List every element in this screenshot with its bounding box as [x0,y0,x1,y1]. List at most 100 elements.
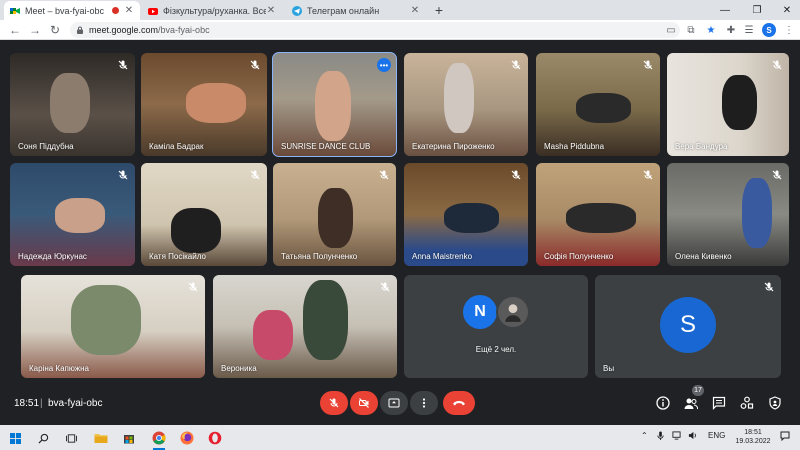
more-options-button[interactable]: ••• [377,58,391,72]
lock-icon [77,26,83,34]
close-window-button[interactable]: ✕ [772,0,800,20]
microphone-tray-icon[interactable] [656,431,665,442]
notifications-button[interactable] [780,431,790,443]
participant-tile[interactable]: Катя Посікайло [141,163,267,266]
youtube-icon [148,7,158,15]
participant-figure [315,71,351,141]
participant-tile[interactable]: ••• SUNRISE DANCE CLUB [272,52,397,157]
participant-tile[interactable]: Каміла Бадрак [141,53,267,156]
minimize-button[interactable]: — [710,0,740,20]
participant-tile[interactable]: Софія Полунченко [536,163,660,266]
participant-tile[interactable]: Вера Бандура [667,53,789,156]
host-controls-button[interactable] [767,395,783,411]
participant-name: Катя Посікайло [149,252,206,261]
participant-figure [722,75,757,130]
address-bar[interactable]: meet.google.com/bva-fyai-obc [70,22,680,38]
more-options-button[interactable] [410,391,438,415]
mic-off-icon [329,398,339,408]
recording-indicator-icon [112,7,119,14]
participant-name: Masha Piddubna [544,142,605,151]
present-screen-button[interactable] [380,391,408,415]
opera-icon [208,431,222,445]
chrome-button[interactable] [150,429,168,450]
speaker-icon [688,431,696,440]
tab-telegram[interactable]: Телеграм онлайн ✕ [286,1,426,20]
toggle-mic-button[interactable] [320,391,348,415]
people-icon [684,398,698,410]
tab-meet[interactable]: Meet – bva-fyai-obc ✕ [4,1,140,20]
tab-youtube[interactable]: Фізкультура/руханка. Всеукраїнс ✕ [142,1,282,20]
participant-name: Каріна Капюжна [29,364,89,373]
forward-button[interactable]: → [28,22,42,38]
participant-avatar: N [463,295,497,329]
extensions-icon[interactable]: ✚ [724,23,738,37]
participant-tile[interactable]: Masha Piddubna [536,53,660,156]
back-button[interactable]: ← [8,22,22,38]
participant-tile[interactable]: Олена Кивенко [667,163,789,266]
participant-figure [171,208,221,253]
meet-video-grid: Соня Піддубна Каміла Бадрак ••• SUNRISE … [0,40,800,385]
windows-taskbar: ⌃ ENG 18:51 19.03.2022 [0,425,800,450]
close-tab-icon[interactable]: ✕ [266,5,276,16]
participant-name: Вероника [221,364,257,373]
camera-in-use-icon[interactable]: ▭ [664,23,678,37]
store-button[interactable] [120,429,138,447]
participant-tile[interactable]: Татьяна Полунченко [273,163,396,266]
participant-tile[interactable]: Anna Maistrenko [404,163,528,266]
activities-button[interactable] [739,395,755,411]
firefox-icon [180,431,194,445]
menu-kebab-icon[interactable]: ⋮ [782,23,796,37]
reload-button[interactable]: ↻ [48,22,62,38]
open-in-app-icon[interactable]: ⧉ [684,23,698,37]
new-tab-button[interactable]: + [432,2,446,18]
participant-figure [71,285,141,355]
tab-title: Meet – bva-fyai-obc [25,5,105,16]
participant-avatar-photo [496,295,530,329]
toggle-camera-button[interactable] [350,391,378,415]
bookmark-star-icon[interactable]: ★ [704,23,718,37]
others-tile[interactable]: N Ещё 2 чел. [404,275,588,378]
search-button[interactable] [34,429,52,447]
close-tab-icon[interactable]: ✕ [410,5,420,16]
chrome-icon [152,431,166,445]
participant-name: Каміла Бадрак [149,142,204,151]
task-view-icon [65,433,77,443]
participant-tile[interactable]: Вероника [213,275,397,378]
volume-tray-icon[interactable] [688,431,697,442]
meeting-details-button[interactable] [655,395,671,411]
self-tile[interactable]: S Вы [595,275,781,378]
self-avatar: S [660,297,716,353]
profile-avatar[interactable]: S [762,23,776,37]
participant-figure [253,310,293,360]
windows-logo-icon [9,432,21,444]
input-language[interactable]: ENG [708,431,725,440]
meeting-code: bva-fyai-obc [48,398,103,409]
telegram-icon [292,5,302,16]
mic-off-icon [772,170,782,180]
network-tray-icon[interactable] [672,431,681,442]
firefox-button[interactable] [178,429,196,447]
opera-button[interactable] [206,429,224,447]
task-view-button[interactable] [62,429,80,447]
leave-call-button[interactable] [443,391,475,415]
chat-icon [712,396,726,410]
others-count-label: Ещё 2 чел. [475,345,517,354]
network-icon [672,431,681,440]
file-explorer-button[interactable] [92,429,110,447]
participant-tile[interactable]: Надежда Юркунас [10,163,135,266]
chat-button[interactable] [711,395,727,411]
reading-list-icon[interactable]: ☰ [742,23,756,37]
system-clock[interactable]: 18:51 19.03.2022 [733,428,773,446]
meet-control-bar: 18:51 | bva-fyai-obc 17 [0,385,800,425]
show-hidden-icons-button[interactable]: ⌃ [641,431,648,440]
participant-tile[interactable]: Соня Піддубна [10,53,135,156]
maximize-button[interactable]: ❐ [742,0,772,20]
participant-tile[interactable]: Каріна Капюжна [21,275,205,378]
show-everyone-button[interactable] [683,395,699,411]
url-path: /bva-fyai-obc [158,25,210,35]
participant-tile[interactable]: Екатерина Пироженко [404,53,528,156]
start-button[interactable] [6,429,24,447]
close-tab-icon[interactable]: ✕ [124,5,134,16]
participant-figure [444,63,474,133]
browser-tab-strip: Meet – bva-fyai-obc ✕ Фізкультура/руханк… [0,0,800,20]
